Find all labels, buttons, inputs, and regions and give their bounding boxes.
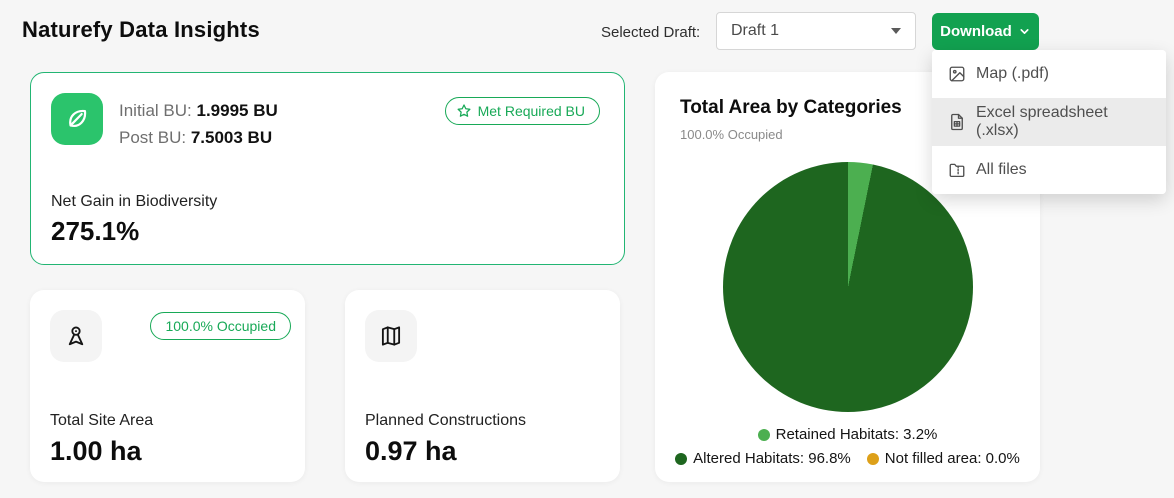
net-gain-value: 275.1% <box>51 216 140 246</box>
bu-values: Initial BU: 1.9995 BU Post BU: 7.5003 BU <box>119 97 278 151</box>
image-icon <box>949 66 965 82</box>
selected-draft-label: Selected Draft: <box>601 24 701 41</box>
download-button-label: Download <box>940 23 1012 40</box>
spreadsheet-file-icon <box>951 113 963 131</box>
constructions-label: Planned Constructions <box>365 412 526 429</box>
planned-constructions-card: Planned Constructions 0.97 ha <box>345 290 620 482</box>
legend-item-retained: Retained Habitats: 3.2% <box>757 426 938 443</box>
legend-dot-not-filled <box>866 452 879 465</box>
download-button[interactable]: Download <box>932 13 1039 50</box>
net-gain-label: Net Gain in Biodiversity <box>51 193 218 210</box>
menu-item-label: Excel spreadsheet (.xlsx) <box>976 104 1108 139</box>
badge-label: 100.0% Occupied <box>165 318 276 334</box>
chevron-down-icon <box>1020 29 1029 34</box>
draft-select[interactable]: Draft 1 <box>716 12 916 50</box>
legend-dot-altered <box>675 452 688 465</box>
menu-item-label: All files <box>976 161 1027 178</box>
biodiversity-card: Initial BU: 1.9995 BU Post BU: 7.5003 BU… <box>30 72 625 265</box>
legend-dot-retained <box>757 428 770 441</box>
chart-legend: Retained Habitats: 3.2% Altered Habitats… <box>675 426 1020 467</box>
legend-item-altered: Altered Habitats: 96.8% <box>675 450 851 467</box>
location-pin-icon <box>50 310 102 362</box>
post-bu-label: Post BU: <box>119 128 187 147</box>
legend-label: Altered Habitats: 96.8% <box>693 450 851 467</box>
legend-item-not-filled: Not filled area: 0.0% <box>866 450 1020 467</box>
leaf-icon <box>51 93 103 145</box>
menu-item-label: Map (.pdf) <box>976 65 1049 82</box>
badge-label: Met Required BU <box>477 103 585 119</box>
caret-down-icon <box>891 28 901 34</box>
page-title: Naturefy Data Insights <box>22 17 260 42</box>
legend-label: Not filled area: 0.0% <box>884 450 1020 467</box>
total-site-area-card: 100.0% Occupied Total Site Area 1.00 ha <box>30 290 305 482</box>
site-area-value: 1.00 ha <box>50 436 142 466</box>
occupied-badge: 100.0% Occupied <box>150 312 291 340</box>
star-icon <box>457 104 471 117</box>
initial-bu-label: Initial BU: <box>119 101 192 120</box>
post-bu-value: 7.5003 BU <box>190 128 273 147</box>
legend-label: Retained Habitats: 3.2% <box>775 426 938 443</box>
site-area-label: Total Site Area <box>50 412 154 429</box>
draft-select-value: Draft 1 <box>731 22 780 39</box>
download-menu: Map (.pdf) Excel spreadsheet (.xlsx) All… <box>932 50 1166 194</box>
zip-folder-icon <box>949 163 965 178</box>
folded-map-icon <box>365 310 417 362</box>
menu-item-excel-xlsx[interactable]: Excel spreadsheet (.xlsx) <box>932 98 1166 146</box>
constructions-value: 0.97 ha <box>365 436 457 466</box>
met-required-bu-badge: Met Required BU <box>444 97 600 125</box>
initial-bu-value: 1.9995 BU <box>196 101 278 120</box>
pie-chart <box>722 162 973 412</box>
menu-item-all-files[interactable]: All files <box>932 146 1166 194</box>
menu-item-map-pdf[interactable]: Map (.pdf) <box>932 50 1166 98</box>
